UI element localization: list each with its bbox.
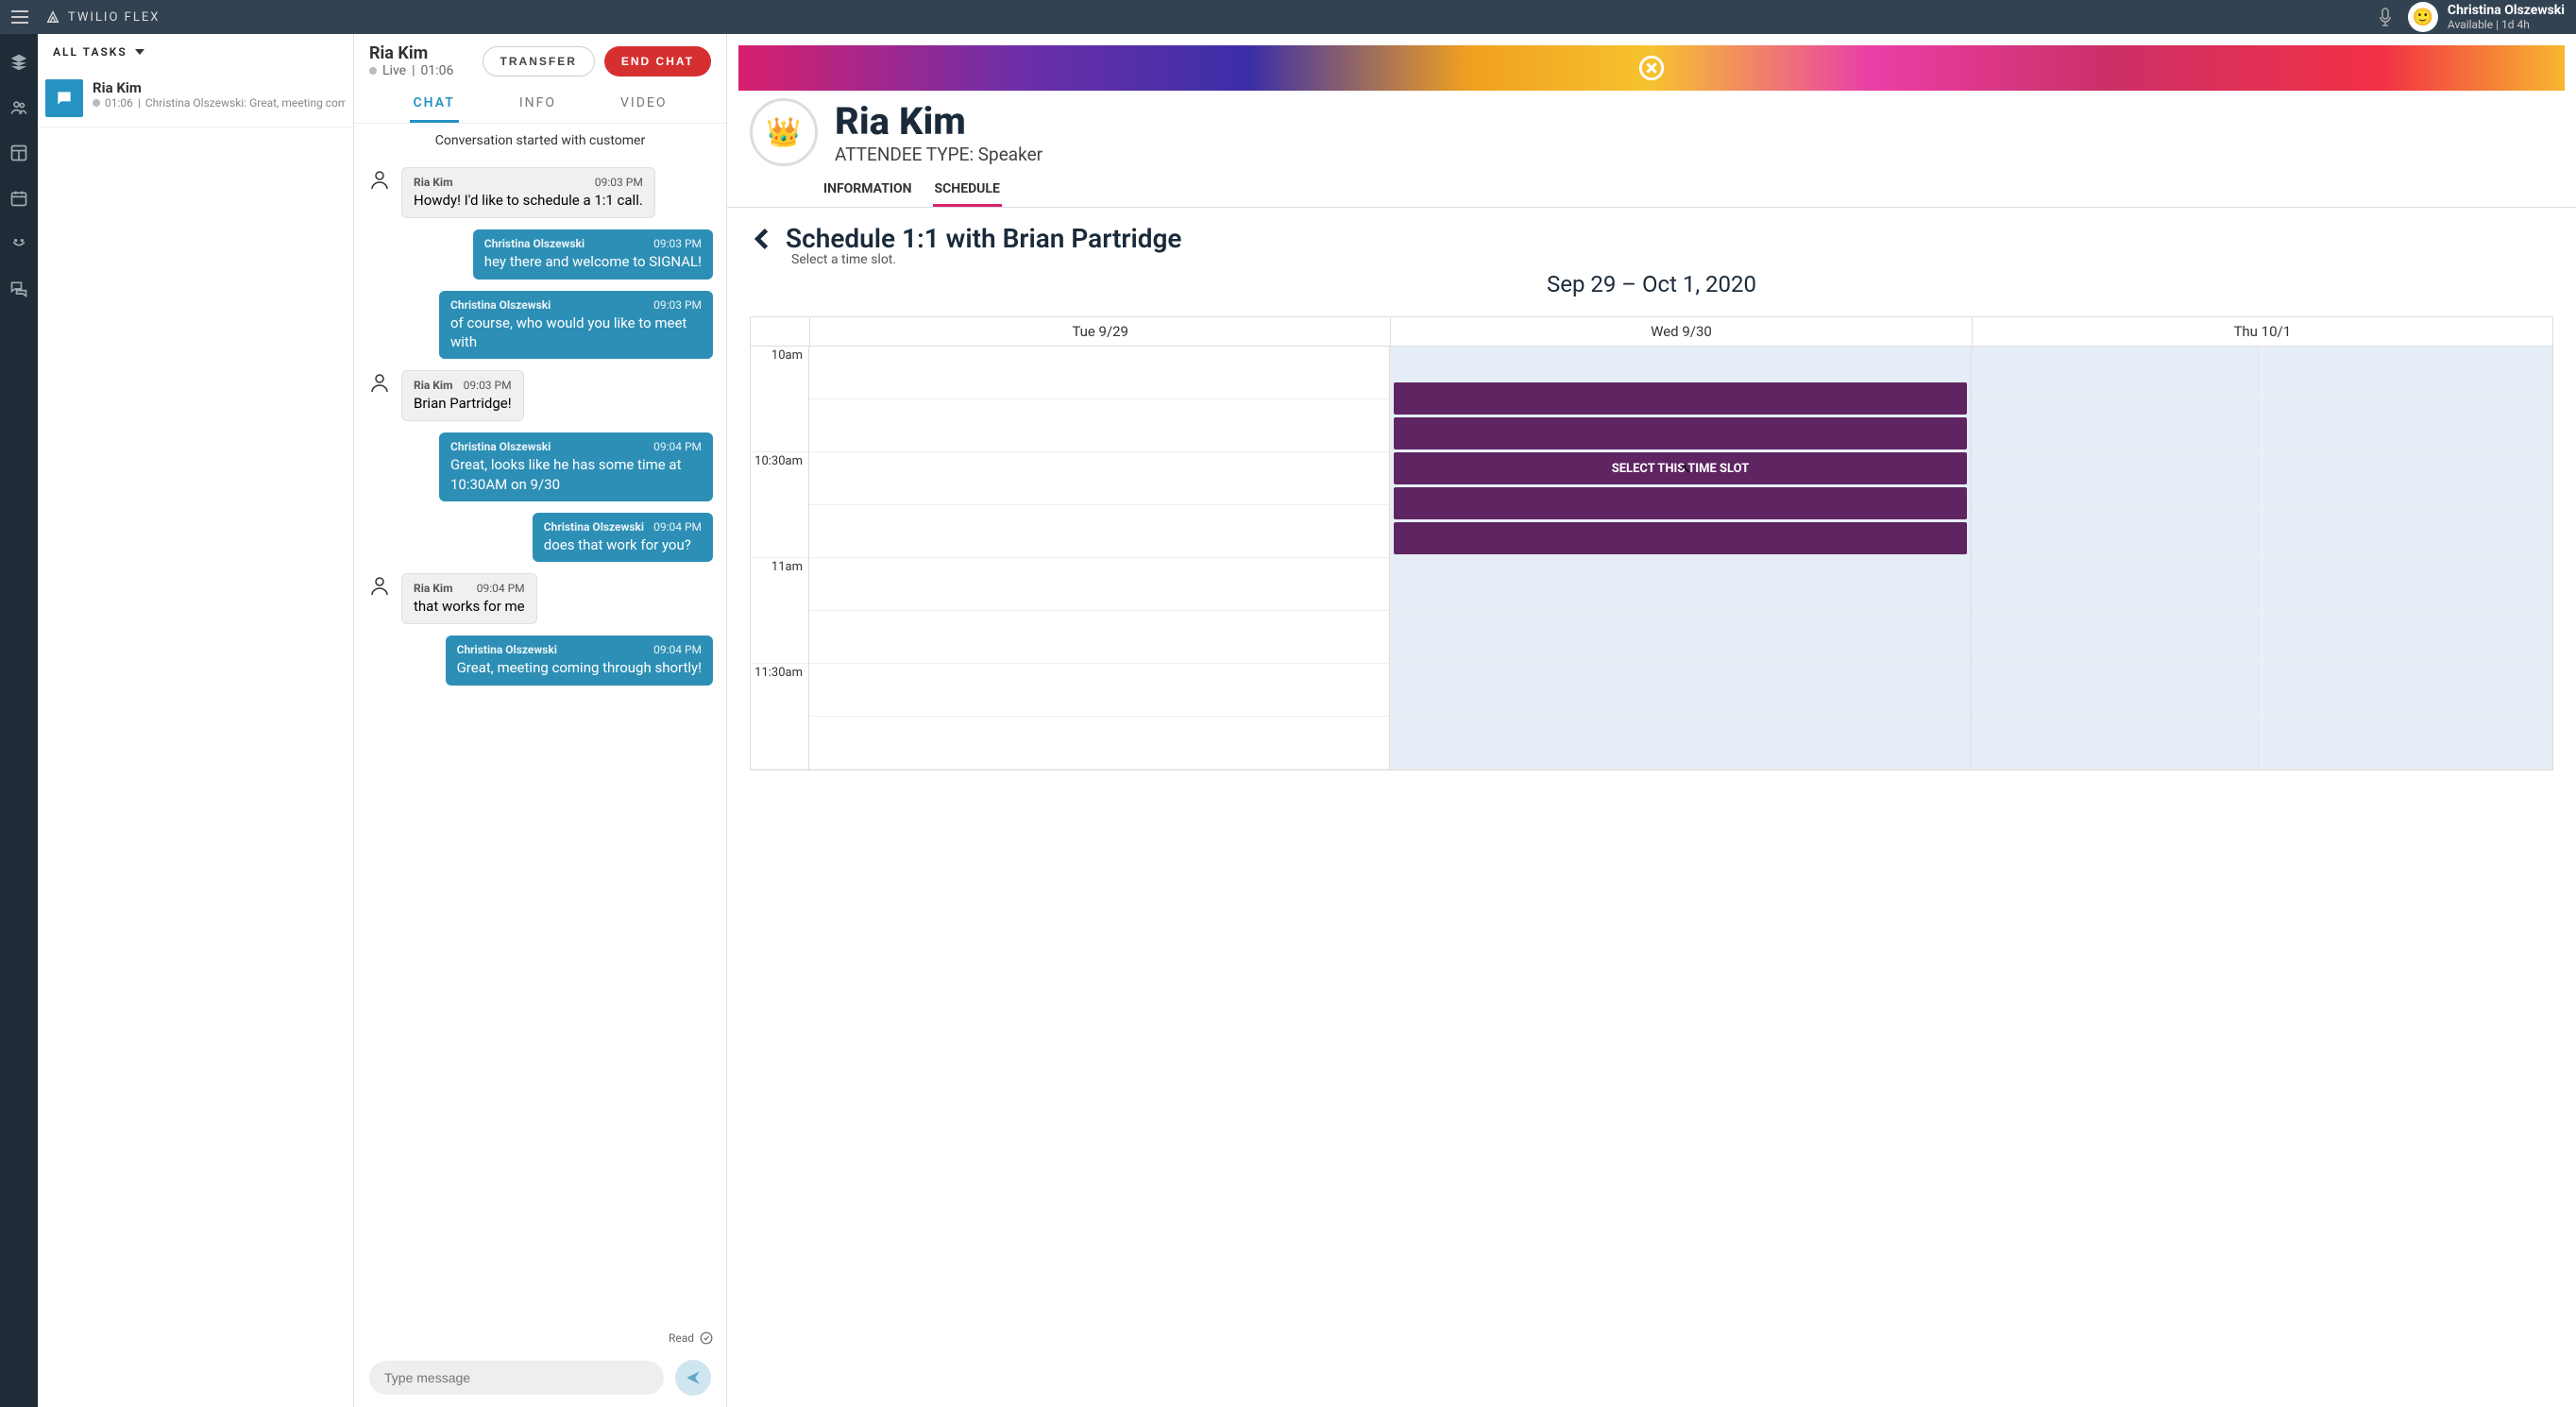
person-icon	[367, 573, 392, 598]
brand-text: TWILIO FLEX	[68, 10, 160, 25]
schedule-calendar: Tue 9/29 Wed 9/30 Thu 10/1 10am 10:30am …	[750, 316, 2553, 771]
cal-day-header: Wed 9/30	[1390, 317, 1971, 346]
message-text: of course, who would you like to meet wi…	[450, 314, 702, 352]
message-text: Howdy! I'd like to schedule a 1:1 call.	[414, 191, 643, 210]
nav-calendar-icon[interactable]	[9, 189, 28, 208]
nav-dashboard-icon[interactable]	[9, 144, 28, 162]
nav-smile-icon[interactable]	[9, 234, 28, 253]
chat-status: Live | 01:06	[369, 63, 453, 78]
cal-day-thu[interactable]	[1972, 347, 2552, 770]
message-text: hey there and welcome to SIGNAL!	[484, 252, 702, 271]
message-time: 09:03 PM	[595, 176, 643, 189]
brand-logo-icon	[45, 9, 60, 25]
read-check-icon	[700, 1331, 713, 1345]
message-sender: Christina Olszewski	[484, 237, 585, 250]
message-sender: Ria Kim	[414, 176, 452, 189]
time-label: 11:30am	[751, 664, 808, 770]
tasklist-header-label: ALL TASKS	[53, 45, 127, 59]
nav-people-icon[interactable]	[9, 98, 28, 117]
schedule-title: Schedule 1:1 with Brian Partridge	[786, 223, 1181, 254]
person-icon	[367, 167, 392, 192]
transfer-button[interactable]: TRANSFER	[483, 46, 595, 76]
chat-message: Christina Olszewski 09:04 PM Great, looks …	[367, 432, 713, 501]
cal-day-header: Tue 9/29	[809, 317, 1390, 346]
tab-schedule[interactable]: SCHEDULE	[933, 174, 1002, 207]
message-text: Great, looks like he has some time at 10…	[450, 455, 702, 494]
chevron-down-icon	[135, 49, 144, 55]
nav-layers-icon[interactable]	[9, 53, 28, 72]
signal-logo-icon	[1638, 55, 1665, 81]
tab-chat[interactable]: CHAT	[410, 86, 459, 123]
task-chat-icon	[45, 79, 83, 117]
schedule-subtitle: Select a time slot.	[791, 252, 2553, 267]
time-label: 10:30am	[751, 452, 808, 558]
chat-contact-name: Ria Kim	[369, 43, 453, 63]
nav-chat-icon[interactable]	[9, 280, 28, 298]
chat-message: Christina Olszewski 09:04 PMdoes that wor…	[367, 513, 713, 562]
message-time: 09:04 PM	[653, 440, 702, 453]
time-label: 10am	[751, 347, 808, 452]
message-time: 09:04 PM	[477, 582, 525, 595]
message-sender: Christina Olszewski	[450, 440, 551, 453]
cal-day-tue[interactable]	[809, 347, 1390, 770]
message-input[interactable]	[369, 1361, 664, 1395]
chat-message: Ria Kim 09:04 PM that works for me	[367, 573, 713, 624]
time-label: 11am	[751, 558, 808, 664]
chat-message: Christina Olszewski 09:03 PM of course, wh…	[367, 291, 713, 360]
message-time: 09:04 PM	[653, 643, 702, 656]
chat-message: Ria Kim 09:03 PM Howdy! I'd like to schedu…	[367, 167, 713, 218]
time-slot-selected[interactable]: SELECT THIS TIME SLOT	[1394, 452, 1966, 484]
cal-day-header: Thu 10/1	[1972, 317, 2552, 346]
message-sender: Christina Olszewski	[544, 520, 644, 534]
cal-day-wed[interactable]: SELECT THIS TIME SLOT ↖	[1390, 347, 1971, 770]
message-text: that works for me	[414, 597, 525, 616]
time-slot[interactable]	[1394, 417, 1966, 449]
read-label: Read	[669, 1331, 694, 1345]
person-icon	[367, 370, 392, 395]
user-status: Available | 1d 4h	[2448, 18, 2565, 31]
message-text: Brian Partridge!	[414, 394, 512, 413]
contact-profile-name: Ria Kim	[835, 99, 1042, 144]
time-slot[interactable]	[1394, 487, 1966, 519]
attendee-type-label: ATTENDEE TYPE: Speaker	[835, 144, 1042, 165]
back-chevron-icon[interactable]	[750, 226, 776, 252]
message-time: 09:03 PM	[464, 379, 512, 392]
chat-message: Christina Olszewski 09:03 PM hey there and…	[367, 229, 713, 279]
user-name: Christina Olszewski	[2448, 3, 2565, 18]
chat-message: Ria Kim 09:03 PM Brian Partridge!	[367, 370, 713, 421]
message-time: 09:03 PM	[653, 298, 702, 312]
time-slot[interactable]	[1394, 382, 1966, 415]
message-text: does that work for you?	[544, 535, 702, 554]
tab-info[interactable]: INFO	[516, 86, 560, 123]
brand-gradient-bar	[738, 45, 2565, 91]
time-slot[interactable]	[1394, 522, 1966, 554]
task-title: Ria Kim	[93, 79, 346, 96]
tab-video[interactable]: VIDEO	[617, 86, 671, 123]
contact-avatar: 👑	[750, 98, 818, 166]
chat-message: Christina Olszewski 09:04 PM Great, meetin…	[367, 636, 713, 685]
message-sender: Ria Kim	[414, 582, 452, 595]
message-sender: Christina Olszewski	[450, 298, 551, 312]
message-sender: Ria Kim	[414, 379, 452, 392]
microphone-icon[interactable]	[2378, 8, 2393, 26]
send-icon	[685, 1369, 702, 1386]
menu-icon[interactable]	[11, 10, 28, 24]
conversation-started-label: Conversation started with customer	[354, 124, 726, 158]
tasklist-filter[interactable]: ALL TASKS	[38, 34, 353, 70]
end-chat-button[interactable]: END CHAT	[604, 46, 711, 76]
message-time: 09:04 PM	[653, 520, 702, 534]
tab-information[interactable]: INFORMATION	[822, 174, 914, 207]
message-text: Great, meeting coming through shortly!	[457, 658, 702, 677]
task-item[interactable]: Ria Kim 01:06 | Christina Olszewski: Gre…	[38, 70, 353, 127]
user-avatar[interactable]: 🙂	[2408, 2, 2438, 32]
schedule-date-range: Sep 29 – Oct 1, 2020	[750, 271, 2553, 297]
message-time: 09:03 PM	[653, 237, 702, 250]
send-button[interactable]	[675, 1360, 711, 1396]
message-sender: Christina Olszewski	[457, 643, 557, 656]
task-meta: 01:06 | Christina Olszewski: Great, meet…	[93, 96, 346, 110]
